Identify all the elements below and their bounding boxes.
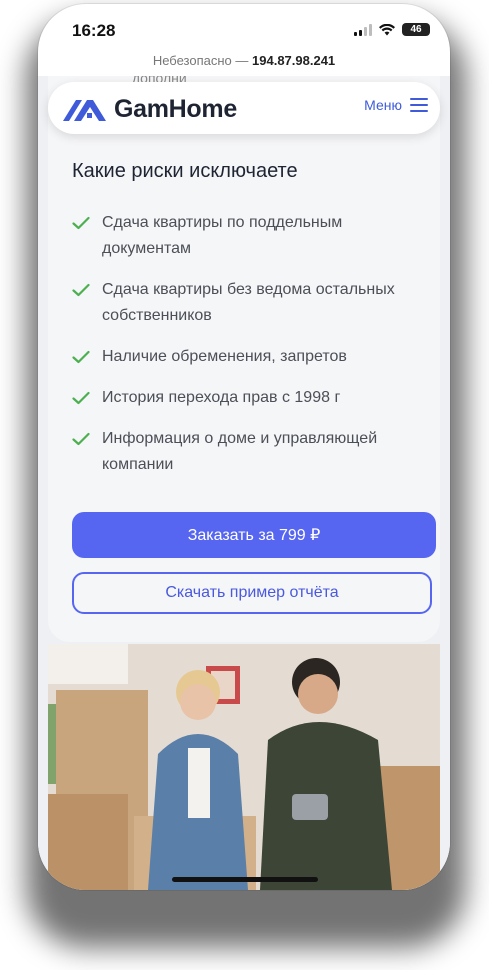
list-item: Сдача квартиры по поддельным документам [72,210,412,262]
battery-icon: 46 [402,23,430,36]
download-sample-button[interactable]: Скачать пример отчёта [72,572,432,614]
status-icons: 46 [354,23,430,36]
risk-text: Сдача квартиры по поддельным документам [102,214,343,257]
list-item: Информация о доме и управляющей компании [72,426,412,478]
check-icon [72,385,92,411]
menu-button[interactable]: Меню [364,97,428,113]
page-content: Какие риски исключаете Сдача квартиры по… [38,76,450,890]
risk-text: История перехода прав с 1998 г [102,389,341,406]
risks-list: Сдача квартиры по поддельным документам … [72,210,412,493]
security-label: Небезопасно — [152,53,249,68]
hamburger-icon [410,98,428,112]
risk-text: Наличие обременения, запретов [102,348,347,365]
address-text: 194.87.98.241 [252,53,336,68]
risks-title: Какие риски исключаете [72,160,298,182]
phone-frame: 16:28 46 Небезопасно — 194.87.98.241 Как… [38,4,450,890]
battery-level: 46 [410,24,422,35]
photo-illustration [48,644,440,890]
house-logo-icon [63,99,106,121]
list-item: Наличие обременения, запретов [72,344,412,370]
check-icon [72,344,92,370]
list-item: История перехода прав с 1998 г [72,385,412,411]
logo-text: GamHome [114,95,237,123]
wifi-icon [379,23,395,35]
check-icon [72,426,92,452]
status-time: 16:28 [72,21,116,40]
moving-couple-photo [48,644,440,890]
browser-address-bar[interactable]: Небезопасно — 194.87.98.241 [38,50,450,76]
site-header: GamHome Меню [48,82,440,134]
logo[interactable]: GamHome [62,95,237,124]
cellular-signal-icon [354,23,372,36]
risks-card: Какие риски исключаете Сдача квартиры по… [48,76,440,642]
risk-text: Информация о доме и управляющей компании [102,430,378,473]
check-icon [72,210,92,236]
check-icon [72,277,92,303]
order-button[interactable]: Заказать за 799 ₽ [72,512,436,558]
home-indicator[interactable] [172,877,318,882]
list-item: Сдача квартиры без ведома остальных собс… [72,277,412,329]
status-bar: 16:28 46 [38,4,450,50]
menu-label: Меню [364,97,402,113]
risk-text: Сдача квартиры без ведома остальных собс… [102,281,395,324]
